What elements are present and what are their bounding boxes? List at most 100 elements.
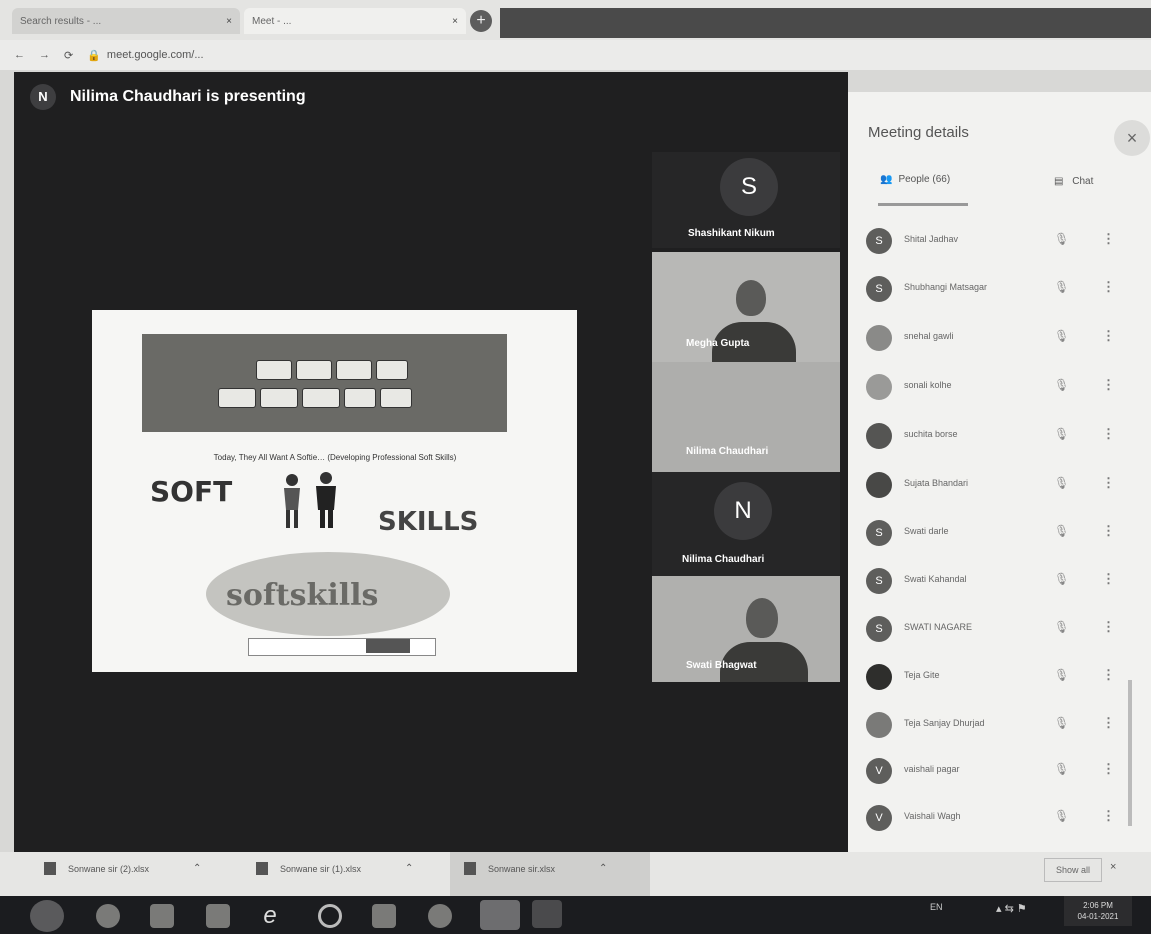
more-options-icon[interactable]: ⋮ bbox=[1102, 571, 1115, 587]
download-item[interactable]: Sonwane sir (2).xlsx ⌃ bbox=[44, 862, 201, 875]
more-options-icon[interactable]: ⋮ bbox=[1102, 426, 1115, 442]
taskbar-clock[interactable]: 2:06 PM 04-01-2021 bbox=[1064, 896, 1132, 926]
mic-off-icon: 🎙 bbox=[1054, 329, 1070, 343]
slide-keyboard-image bbox=[142, 334, 507, 432]
more-options-icon[interactable]: ⋮ bbox=[1102, 523, 1115, 539]
download-item[interactable]: Sonwane sir (1).xlsx ⌃ bbox=[256, 862, 413, 875]
new-tab-button[interactable]: + bbox=[470, 10, 492, 32]
participant-tile[interactable]: N Nilima Chaudhari bbox=[652, 472, 840, 576]
browser-icon[interactable] bbox=[96, 904, 120, 928]
more-options-icon[interactable]: ⋮ bbox=[1102, 377, 1115, 393]
address-bar[interactable]: ← → ⟳ 🔒 meet.google.com/... bbox=[0, 40, 1151, 70]
panel-scrollbar[interactable] bbox=[1128, 680, 1132, 826]
participant-row[interactable]: S Swati darle 🎙 ⋮ bbox=[858, 512, 1118, 560]
browser-tab-search[interactable]: Search results - ... × bbox=[12, 8, 240, 34]
chevron-up-icon[interactable]: ⌃ bbox=[405, 863, 413, 874]
participant-row[interactable]: suchita borse 🎙 ⋮ bbox=[858, 415, 1118, 463]
participant-name: Teja Sanjay Dhurjad bbox=[904, 718, 985, 728]
close-panel-button[interactable]: × bbox=[1114, 120, 1150, 156]
close-icon[interactable]: × bbox=[226, 16, 232, 27]
participant-row[interactable]: V vaishali pagar 🎙 ⋮ bbox=[858, 750, 1118, 798]
close-icon[interactable]: × bbox=[1110, 861, 1116, 873]
clock-time: 2:06 PM bbox=[1083, 901, 1113, 910]
chevron-up-icon[interactable]: ⌃ bbox=[599, 863, 607, 874]
participant-row[interactable]: sonali kolhe 🎙 ⋮ bbox=[858, 366, 1118, 414]
participant-name: SWATI NAGARE bbox=[904, 622, 973, 632]
participant-row[interactable]: S SWATI NAGARE 🎙 ⋮ bbox=[858, 608, 1118, 656]
participant-name: Shubhangi Matsagar bbox=[904, 282, 988, 292]
reload-icon[interactable]: ⟳ bbox=[64, 49, 73, 62]
participant-row[interactable]: V Vaishali Wagh 🎙 ⋮ bbox=[858, 797, 1118, 845]
participant-tile[interactable]: S Shashikant Nikum bbox=[652, 152, 840, 248]
participant-row[interactable]: Teja Sanjay Dhurjad 🎙 ⋮ bbox=[858, 704, 1118, 752]
mic-off-icon: 🎙 bbox=[1054, 572, 1070, 586]
participant-tile[interactable]: Megha Gupta bbox=[652, 252, 840, 362]
forward-icon[interactable]: → bbox=[39, 49, 50, 61]
more-options-icon[interactable]: ⋮ bbox=[1102, 475, 1115, 491]
participant-row[interactable]: Sujata Bhandari 🎙 ⋮ bbox=[858, 464, 1118, 512]
participant-row[interactable]: snehal gawli 🎙 ⋮ bbox=[858, 317, 1118, 365]
more-options-icon[interactable]: ⋮ bbox=[1102, 619, 1115, 635]
url-text[interactable]: meet.google.com/... bbox=[107, 49, 204, 61]
business-people-icon bbox=[284, 472, 336, 528]
system-tray-icons[interactable]: ▴ ⇆ ⚑ bbox=[996, 902, 1027, 915]
app-icon[interactable] bbox=[428, 904, 452, 928]
people-icon: 👥 bbox=[880, 174, 893, 185]
participant-name: snehal gawli bbox=[904, 331, 954, 341]
opera-icon[interactable] bbox=[318, 904, 342, 928]
show-all-button[interactable]: Show all bbox=[1044, 858, 1102, 882]
slide-key bbox=[302, 388, 340, 408]
avatar bbox=[866, 423, 892, 449]
participant-name: sonali kolhe bbox=[904, 380, 952, 390]
more-options-icon[interactable]: ⋮ bbox=[1102, 231, 1115, 247]
close-icon[interactable]: × bbox=[452, 16, 458, 27]
participant-name: Megha Gupta bbox=[686, 338, 750, 349]
slide-heading-soft: SOFT bbox=[150, 475, 233, 508]
chat-icon: ▤ bbox=[1054, 176, 1064, 187]
browser-tab-meet[interactable]: Meet - ... × bbox=[244, 8, 466, 34]
chevron-up-icon[interactable]: ⌃ bbox=[193, 863, 201, 874]
chrome-icon[interactable] bbox=[480, 900, 520, 930]
internet-explorer-icon[interactable]: e bbox=[258, 904, 282, 928]
start-button[interactable] bbox=[30, 900, 64, 932]
avatar: V bbox=[866, 758, 892, 784]
avatar bbox=[866, 325, 892, 351]
excel-file-icon bbox=[464, 862, 476, 875]
more-options-icon[interactable]: ⋮ bbox=[1102, 279, 1115, 295]
active-tab-indicator bbox=[878, 203, 968, 206]
participant-row[interactable]: S Shubhangi Matsagar 🎙 ⋮ bbox=[858, 268, 1118, 316]
more-options-icon[interactable]: ⋮ bbox=[1102, 715, 1115, 731]
slide-key bbox=[296, 360, 332, 380]
participant-tile[interactable]: Swati Bhagwat bbox=[652, 576, 840, 682]
folder-icon[interactable] bbox=[150, 904, 174, 928]
tab-title: Meet - ... bbox=[252, 15, 292, 27]
tab-people[interactable]: 👥 People (66) bbox=[880, 174, 950, 185]
participant-tile[interactable]: Nilima Chaudhari bbox=[652, 362, 840, 472]
more-options-icon[interactable]: ⋮ bbox=[1102, 667, 1115, 683]
participant-name: Teja Gite bbox=[904, 670, 940, 680]
avatar bbox=[866, 712, 892, 738]
download-item[interactable]: Sonwane sir.xlsx ⌃ bbox=[464, 862, 607, 875]
participant-video bbox=[746, 598, 778, 638]
language-indicator[interactable]: EN bbox=[930, 902, 943, 912]
avatar: N bbox=[714, 482, 772, 540]
participant-name: vaishali pagar bbox=[904, 764, 960, 774]
more-options-icon[interactable]: ⋮ bbox=[1102, 761, 1115, 777]
participant-row[interactable]: S Shital Jadhav 🎙 ⋮ bbox=[858, 220, 1118, 268]
slide-key bbox=[376, 360, 408, 380]
participant-row[interactable]: S Swati Kahandal 🎙 ⋮ bbox=[858, 560, 1118, 608]
app-icon[interactable] bbox=[532, 900, 562, 928]
avatar bbox=[866, 664, 892, 690]
more-options-icon[interactable]: ⋮ bbox=[1102, 808, 1115, 824]
slide-key bbox=[260, 388, 298, 408]
participant-row[interactable]: Teja Gite 🎙 ⋮ bbox=[858, 656, 1118, 704]
presenter-banner: N Nilima Chaudhari is presenting bbox=[30, 84, 306, 110]
more-options-icon[interactable]: ⋮ bbox=[1102, 328, 1115, 344]
tab-chat[interactable]: ▤ Chat bbox=[1054, 176, 1093, 187]
clock-date: 04-01-2021 bbox=[1077, 912, 1119, 921]
app-icon[interactable] bbox=[372, 904, 396, 928]
excel-file-icon bbox=[256, 862, 268, 875]
back-icon[interactable]: ← bbox=[14, 49, 25, 61]
slide-word-cloud-text: softskills bbox=[226, 578, 379, 613]
media-player-icon[interactable] bbox=[206, 904, 230, 928]
